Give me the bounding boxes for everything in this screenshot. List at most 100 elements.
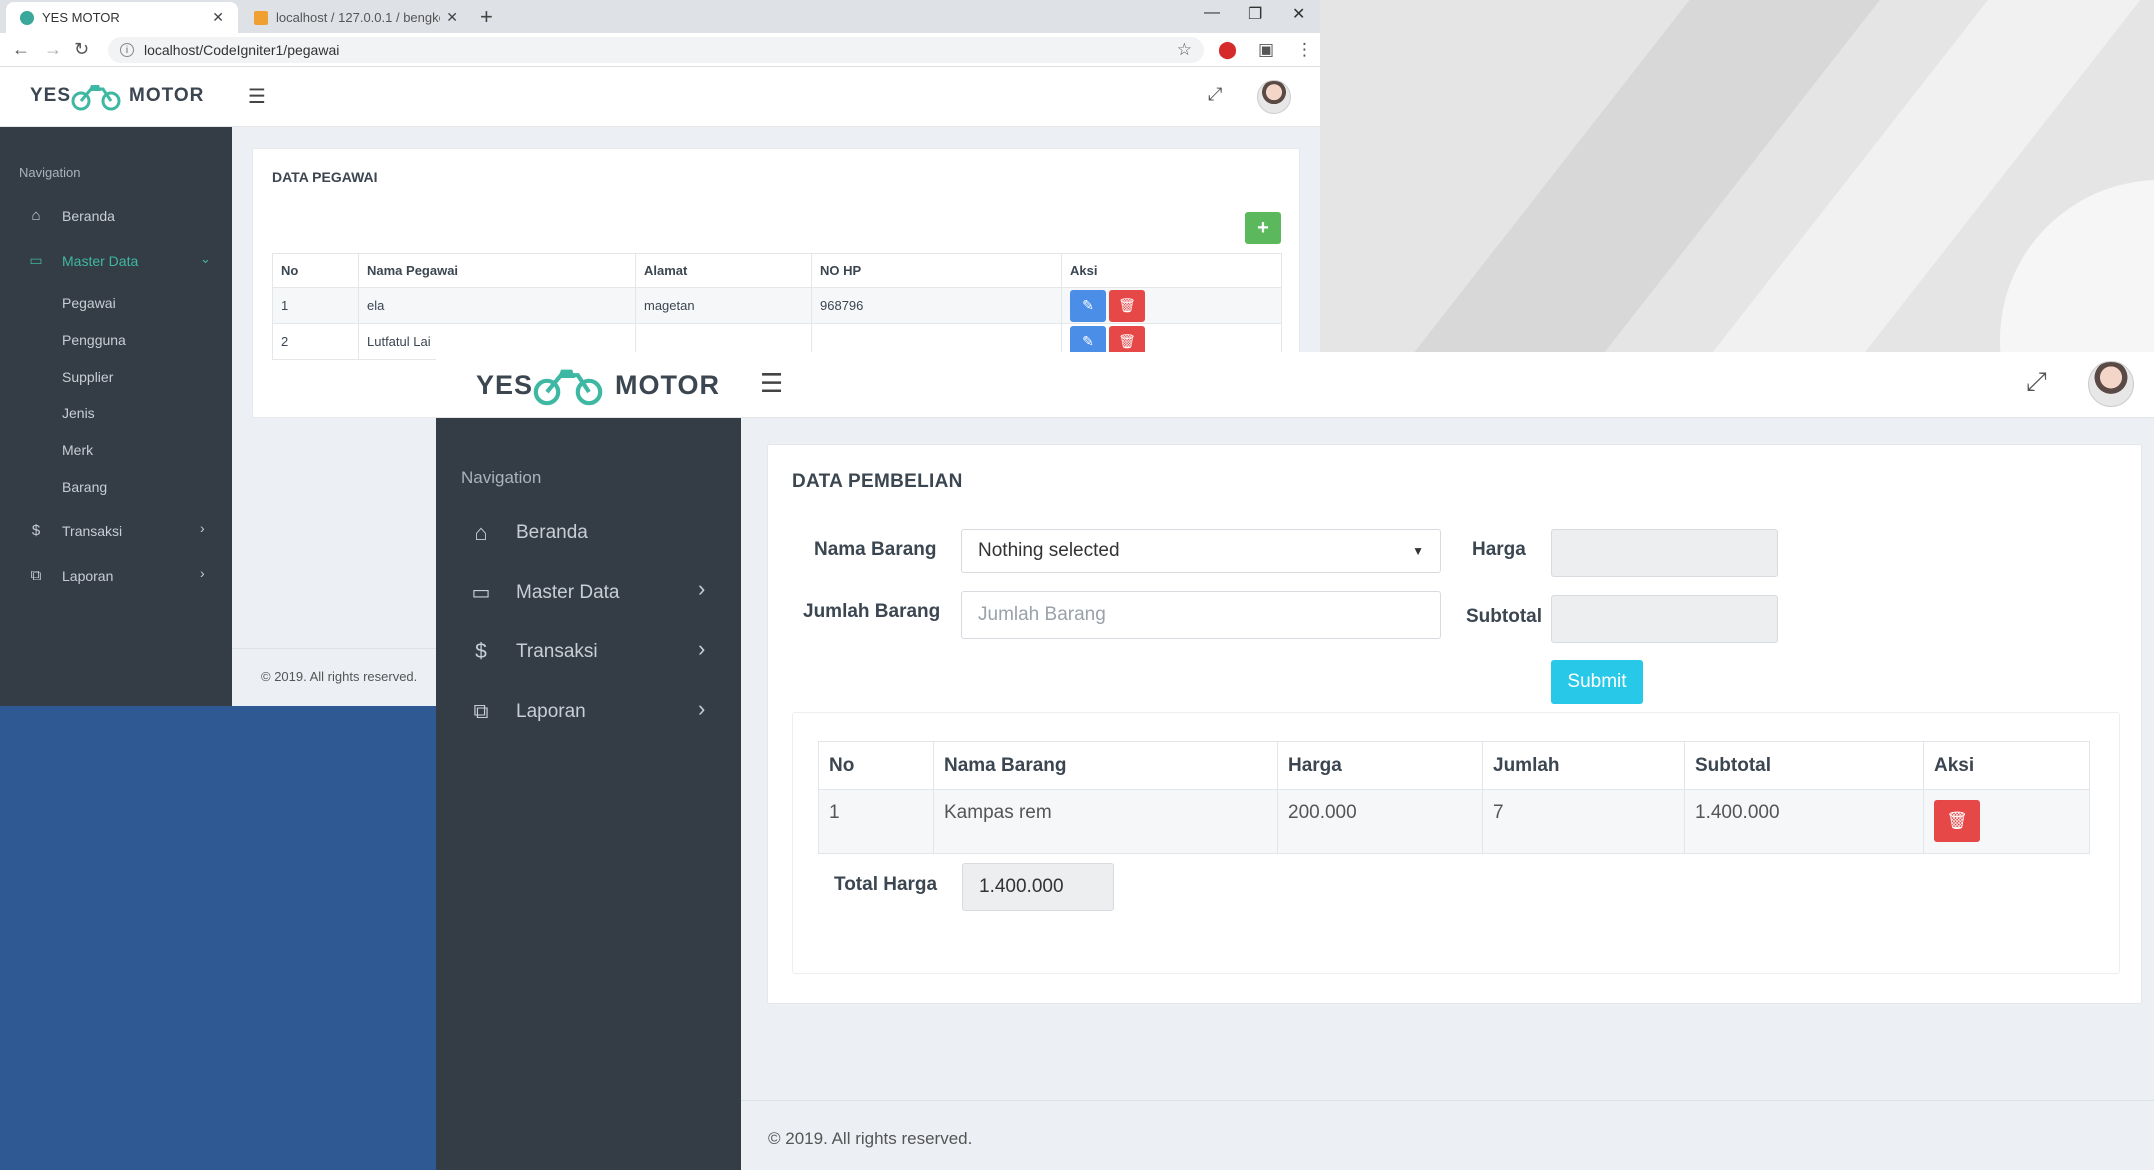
sidebar-item-laporan[interactable]: ⧉ Laporan <box>468 700 586 724</box>
logo-text-left: YES <box>30 85 72 106</box>
minimize-icon[interactable]: — <box>1204 4 1220 22</box>
table-cell: 1.400.000 <box>1684 789 1924 854</box>
table-cell: Kampas rem <box>933 789 1278 854</box>
edit-button[interactable]: ✎ <box>1070 289 1106 322</box>
logo-text-right: MOTOR <box>129 85 205 106</box>
total-harga-label: Total Harga <box>834 874 938 895</box>
desktop-wallpaper <box>1320 0 2154 352</box>
briefcase-icon: ▭ <box>471 582 491 604</box>
star-icon[interactable]: ☆ <box>1177 40 1192 60</box>
app-logo[interactable]: YES MOTOR <box>30 81 204 111</box>
jumlah-barang-input[interactable] <box>961 591 1441 639</box>
table-cell: 200.000 <box>1277 789 1483 854</box>
delete-button[interactable]: 🗑 <box>1934 800 1980 842</box>
trash-icon: 🗑 <box>1946 811 1968 830</box>
column-header: Jumlah <box>1482 741 1685 790</box>
logo-text-right: MOTOR <box>615 369 721 400</box>
briefcase-icon: ▭ <box>29 252 43 268</box>
column-header: Aksi <box>1923 741 2090 790</box>
subtotal-label: Subtotal <box>1466 606 1542 627</box>
table-actions: 🗑 <box>1923 789 2090 854</box>
reload-icon[interactable]: ↻ <box>74 39 89 60</box>
tab-title: YES MOTOR <box>42 10 120 25</box>
data-pembelian-card: DATA PEMBELIAN Nama Barang Nothing selec… <box>767 444 2142 1004</box>
hamburger-menu-icon[interactable]: ☰ <box>248 84 266 109</box>
user-avatar[interactable] <box>1257 80 1291 114</box>
sidebar-item-beranda[interactable]: ⌂ Beranda <box>25 207 115 224</box>
app-header: YES MOTOR ☰ ⤢ <box>0 67 1320 127</box>
hamburger-menu-icon[interactable]: ☰ <box>760 368 783 399</box>
add-pegawai-button[interactable]: + <box>1245 212 1281 244</box>
app-header: YES MOTOR ☰ ⤢ <box>436 352 2154 418</box>
sidebar-item-label: Beranda <box>62 207 115 224</box>
chevron-right-icon[interactable]: › <box>698 576 705 602</box>
sidebar-subitem-supplier[interactable]: Supplier <box>62 369 113 385</box>
info-icon[interactable]: i <box>120 43 134 57</box>
opera-extension-icon[interactable]: ⬤ <box>1218 40 1237 60</box>
forward-arrow-icon[interactable]: → <box>44 39 62 60</box>
copy-icon: ⧉ <box>30 567 42 584</box>
back-arrow-icon[interactable]: ← <box>12 39 30 60</box>
plus-icon: + <box>1257 216 1269 239</box>
sidebar-item-beranda[interactable]: ⌂ Beranda <box>468 520 588 546</box>
restore-icon[interactable]: ❐ <box>1248 4 1262 24</box>
tab-title: localhost / 127.0.0.1 / bengkel / ... <box>276 10 440 25</box>
new-tab-icon[interactable]: + <box>480 4 493 30</box>
sidebar-subitem-pegawai[interactable]: Pegawai <box>62 295 116 311</box>
select-value: Nothing selected <box>978 540 1120 561</box>
table-row: 1 Kampas rem 200.000 7 1.400.000 🗑 <box>818 789 2090 854</box>
window-close-icon[interactable]: ✕ <box>1292 4 1305 24</box>
chevron-right-icon[interactable]: › <box>200 520 205 536</box>
harga-field <box>1551 529 1778 577</box>
copy-icon: ⧉ <box>473 700 489 723</box>
table-cell: 968796 <box>811 287 1062 324</box>
user-avatar[interactable] <box>2088 361 2134 407</box>
dollar-icon: $ <box>475 640 487 663</box>
pencil-icon: ✎ <box>1082 333 1094 349</box>
sidebar-subitem-jenis[interactable]: Jenis <box>62 405 95 421</box>
close-icon[interactable]: ✕ <box>446 9 458 26</box>
submit-button[interactable]: Submit <box>1551 660 1643 704</box>
pembelian-table-panel: No Nama Barang Harga Jumlah Subtotal Aks… <box>792 712 2120 974</box>
sidebar-item-label: Laporan <box>62 567 114 584</box>
table-actions: ✎ 🗑 <box>1061 287 1282 324</box>
chevron-right-icon[interactable]: › <box>200 565 205 581</box>
app-logo[interactable]: YES MOTOR <box>476 352 720 418</box>
sidebar-item-label: Transaksi <box>516 641 598 662</box>
column-header: Harga <box>1277 741 1483 790</box>
delete-button[interactable]: 🗑 <box>1109 289 1145 322</box>
menu-dots-icon[interactable]: ⋮ <box>1296 40 1313 60</box>
jumlah-barang-label: Jumlah Barang <box>803 601 941 622</box>
total-harga-value: 1.400.000 <box>979 876 1064 897</box>
tab-phpmyadmin[interactable]: localhost / 127.0.0.1 / bengkel / ... ✕ <box>240 2 472 33</box>
fullscreen-icon[interactable]: ⤢ <box>1208 84 1222 105</box>
sidebar-subitem-merk[interactable]: Merk <box>62 442 93 458</box>
caret-down-icon: ▼ <box>1412 544 1424 558</box>
tab-yes-motor[interactable]: YES MOTOR ✕ <box>6 2 238 33</box>
column-header: No <box>818 741 934 790</box>
sidebar-subitem-pengguna[interactable]: Pengguna <box>62 332 126 348</box>
fullscreen-icon[interactable]: ⤢ <box>2026 366 2047 398</box>
chevron-right-icon[interactable]: › <box>698 636 705 662</box>
chevron-right-icon[interactable]: › <box>698 696 705 722</box>
url-field[interactable]: i localhost/CodeIgniter1/pegawai ☆ <box>108 37 1204 63</box>
nama-barang-select[interactable]: Nothing selected ▼ <box>961 529 1441 573</box>
sidebar-item-label: Master Data <box>62 252 139 269</box>
sidebar-item-master-data[interactable]: ▭ Master Data <box>468 580 620 605</box>
dollar-icon: $ <box>31 522 41 539</box>
sidebar-item-master-data[interactable]: ▭ Master Data <box>25 252 138 269</box>
sidebar-subitem-barang[interactable]: Barang <box>62 479 107 495</box>
profile-extension-icon[interactable]: ▣ <box>1258 40 1274 60</box>
home-icon: ⌂ <box>474 520 488 545</box>
card-title: DATA PEGAWAI <box>272 169 378 185</box>
sidebar-item-transaksi[interactable]: $ Transaksi <box>25 522 122 539</box>
pencil-icon: ✎ <box>1082 297 1094 313</box>
close-icon[interactable]: ✕ <box>212 9 224 26</box>
chevron-down-icon[interactable]: ⌄ <box>200 251 211 267</box>
total-harga-field: 1.400.000 <box>962 863 1114 911</box>
sidebar-item-transaksi[interactable]: $ Transaksi <box>468 640 598 664</box>
address-bar-row: ← → ↻ i localhost/CodeIgniter1/pegawai ☆… <box>0 33 1320 67</box>
pegawai-table: No Nama Pegawai Alamat NO HP Aksi 1 ela … <box>272 253 1282 360</box>
nav-heading: Navigation <box>461 468 542 487</box>
sidebar-item-laporan[interactable]: ⧉ Laporan <box>25 567 114 584</box>
